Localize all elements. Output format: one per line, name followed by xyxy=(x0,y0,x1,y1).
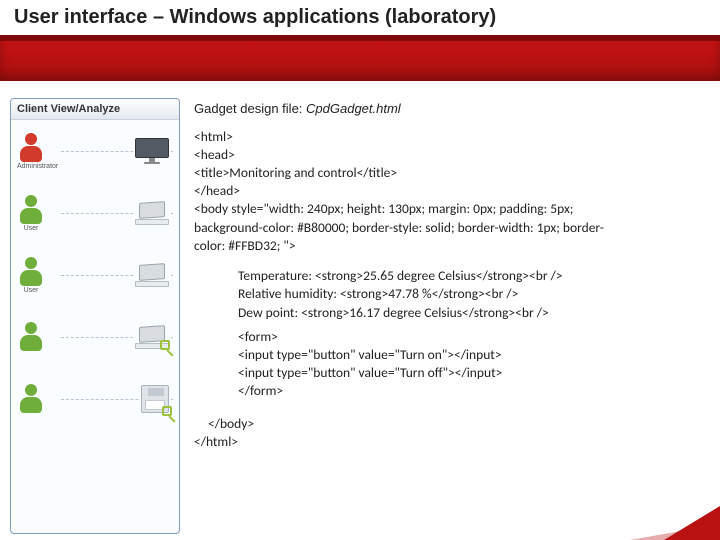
corner-accent-icon xyxy=(664,506,720,540)
code-line: background-color: #B80000; border-style:… xyxy=(194,219,702,237)
design-file-line: Gadget design file: CpdGadget.html xyxy=(194,100,702,118)
list-item: Administrator xyxy=(11,120,179,182)
code-line: <html> xyxy=(194,128,702,146)
html-code-block: <html> <head> <title>Monitoring and cont… xyxy=(194,128,702,452)
code-line: <head> xyxy=(194,146,702,164)
actor-label: Administrator xyxy=(17,163,45,170)
code-line: Temperature: <strong>25.65 degree Celsiu… xyxy=(238,267,702,285)
list-item xyxy=(11,306,179,368)
actor-label: User xyxy=(17,225,45,232)
client-view-panel: Client View/Analyze Administrator User U xyxy=(10,98,180,534)
code-line: </html> xyxy=(194,433,702,451)
code-line: color: #FFBD32; "> xyxy=(194,237,702,255)
code-line: <form> xyxy=(238,328,702,346)
list-item: User xyxy=(11,182,179,244)
actor-label: User xyxy=(17,287,45,294)
code-line: <input type="button" value="Turn off"></… xyxy=(238,364,702,382)
list-item: User xyxy=(11,244,179,306)
design-filename: CpdGadget.html xyxy=(306,101,401,116)
code-line: Relative humidity: <strong>47.78 %</stro… xyxy=(238,285,702,303)
laptop-icon xyxy=(133,202,171,225)
code-line: <input type="button" value="Turn on"></i… xyxy=(238,346,702,364)
actor-user-icon xyxy=(17,322,45,352)
actor-user-icon: User xyxy=(17,257,45,294)
client-view-header: Client View/Analyze xyxy=(11,99,179,120)
code-line: Dew point: <strong>16.17 degree Celsius<… xyxy=(238,304,702,322)
code-line: </head> xyxy=(194,182,702,200)
code-line: </body> xyxy=(208,415,702,433)
monitor-icon xyxy=(133,138,171,164)
laptop-plug-icon xyxy=(133,326,171,349)
list-item xyxy=(11,368,179,430)
laptop-icon xyxy=(133,264,171,287)
code-line: </form> xyxy=(238,382,702,400)
header-band xyxy=(0,35,720,81)
code-line: <body style="width: 240px; height: 130px… xyxy=(194,200,702,218)
slide-title: User interface – Windows applications (l… xyxy=(0,0,720,33)
design-label: Gadget design file: xyxy=(194,101,306,116)
floppy-plug-icon xyxy=(139,385,171,413)
actor-user-icon: User xyxy=(17,195,45,232)
code-area: Gadget design file: CpdGadget.html <html… xyxy=(180,92,720,540)
code-line: <title>Monitoring and control</title> xyxy=(194,164,702,182)
actor-user-icon xyxy=(17,384,45,414)
actor-admin-icon: Administrator xyxy=(17,133,45,170)
content-area: Client View/Analyze Administrator User U xyxy=(0,92,720,540)
